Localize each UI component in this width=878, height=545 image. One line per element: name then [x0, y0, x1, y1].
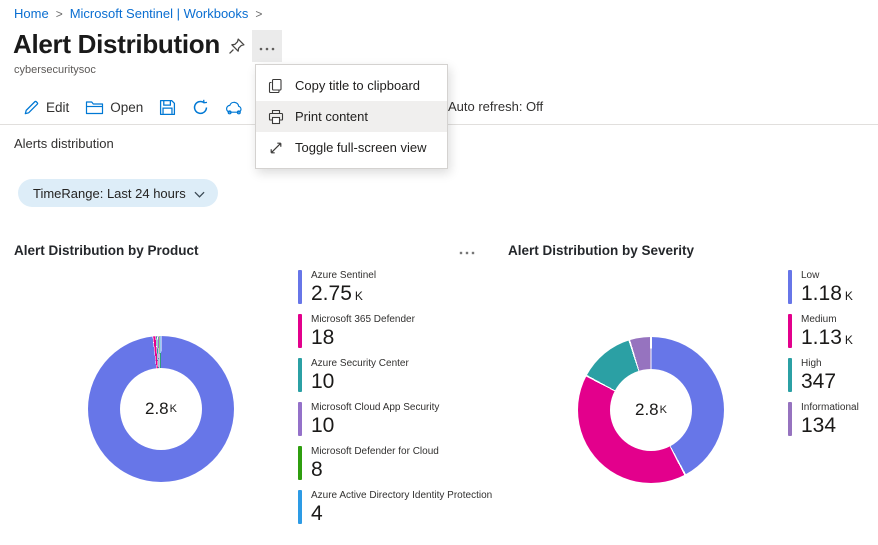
save-button[interactable]	[159, 95, 176, 119]
legend-label: Azure Active Directory Identity Protecti…	[311, 490, 493, 501]
page-title: Alert Distribution	[13, 29, 220, 59]
breadcrumb-link-sentinel-workbooks[interactable]: Microsoft Sentinel | Workbooks	[70, 6, 249, 21]
save-icon	[159, 99, 176, 116]
legend-label: High	[801, 358, 822, 369]
section-label: Alerts distribution	[14, 136, 114, 151]
legend-label: Informational	[801, 402, 859, 413]
legend-color-bar	[788, 358, 792, 392]
page-subtitle: cybersecuritysoc	[14, 64, 96, 76]
legend-value: 8	[311, 458, 323, 481]
print-icon	[268, 109, 284, 125]
legend-color-bar	[788, 402, 792, 436]
breadcrumb: Home > Microsoft Sentinel | Workbooks >	[14, 6, 262, 21]
edit-label: Edit	[46, 99, 70, 115]
open-button[interactable]: Open	[85, 95, 143, 119]
pin-button[interactable]	[224, 36, 248, 60]
chart-title-product: Alert Distribution by Product	[14, 243, 199, 258]
legend-color-bar	[788, 270, 792, 304]
header-more-button[interactable]	[252, 30, 282, 62]
pencil-icon	[23, 99, 40, 116]
menu-item-label: Toggle full-screen view	[295, 140, 427, 155]
legend-item[interactable]: Azure Active Directory Identity Protecti…	[298, 490, 492, 524]
menu-item-label: Copy title to clipboard	[295, 78, 421, 93]
legend-item[interactable]: Microsoft 365 Defender 18	[298, 314, 492, 348]
refresh-button[interactable]	[192, 95, 209, 119]
legend-label: Low	[801, 270, 820, 281]
chevron-down-icon	[194, 186, 205, 201]
menu-item-toggle-fullscreen[interactable]: Toggle full-screen view	[256, 132, 447, 163]
legend-item[interactable]: High 347	[788, 358, 859, 392]
legend-value: 18	[311, 326, 335, 349]
open-label: Open	[110, 99, 144, 115]
legend-value: 2.75	[311, 282, 352, 305]
legend-color-bar	[298, 270, 302, 304]
legend-color-bar	[298, 314, 302, 348]
breadcrumb-link-home[interactable]: Home	[14, 6, 49, 21]
context-menu: Copy title to clipboard Print content To…	[255, 64, 448, 169]
time-range-label: TimeRange: Last 24 hours	[33, 185, 186, 201]
legend-item[interactable]: Azure Sentinel 2.75 K	[298, 270, 492, 304]
refresh-icon	[192, 99, 209, 116]
legend-item[interactable]: Medium 1.13 K	[788, 314, 859, 348]
more-icon	[459, 243, 475, 258]
legend-label: Azure Security Center	[311, 358, 409, 369]
chart-more-button[interactable]	[455, 243, 479, 257]
edit-button[interactable]: Edit	[23, 95, 69, 119]
legend-label: Microsoft Defender for Cloud	[311, 446, 439, 457]
legend-item[interactable]: Azure Security Center 10	[298, 358, 492, 392]
chart-title-severity: Alert Distribution by Severity	[508, 243, 695, 258]
legend-color-bar	[298, 358, 302, 392]
legend-color-bar	[788, 314, 792, 348]
donut-chart-severity[interactable]: 2.8 K	[578, 337, 724, 483]
copy-icon	[268, 78, 284, 94]
legend-value-suffix: K	[844, 333, 853, 347]
time-range-pill[interactable]: TimeRange: Last 24 hours	[18, 179, 218, 207]
legend-item[interactable]: Low 1.18 K	[788, 270, 859, 304]
legend-color-bar	[298, 402, 302, 436]
legend-value-suffix: K	[844, 289, 853, 303]
legend-value: 1.13	[801, 326, 842, 349]
legend-label: Microsoft Cloud App Security	[311, 402, 440, 413]
legend-color-bar	[298, 446, 302, 480]
donut-chart-product[interactable]: 2.8 K	[88, 336, 234, 482]
legend-value: 347	[801, 370, 837, 393]
legend-value: 10	[311, 370, 335, 393]
workbook-page: Home > Microsoft Sentinel | Workbooks > …	[0, 0, 878, 545]
toolbar: Edit Open	[23, 95, 244, 119]
pin-icon	[227, 37, 246, 59]
legend-label: Microsoft 365 Defender	[311, 314, 415, 325]
menu-item-label: Print content	[295, 109, 368, 124]
legend-value: 10	[311, 414, 335, 437]
legend-item[interactable]: Microsoft Defender for Cloud 8	[298, 446, 492, 480]
auto-refresh-status: Auto refresh: Off	[448, 99, 544, 114]
donut-center-label: 2.8 K	[145, 399, 177, 418]
legend-value: 134	[801, 414, 837, 437]
share-cloud-button[interactable]	[225, 95, 244, 119]
legend-label: Azure Sentinel	[311, 270, 377, 281]
legend: Azure Sentinel 2.75 K Microsoft 365 Defe…	[298, 270, 492, 534]
breadcrumb-separator: >	[255, 6, 263, 21]
legend-color-bar	[298, 490, 302, 524]
legend-value: 1.18	[801, 282, 842, 305]
donut-center-label: 2.8 K	[635, 400, 667, 419]
menu-item-print-content[interactable]: Print content	[256, 101, 447, 132]
legend-value-suffix: K	[354, 289, 363, 303]
menu-item-copy-title[interactable]: Copy title to clipboard	[256, 70, 447, 101]
legend: Low 1.18 K Medium 1.13 K High 347 Inform…	[788, 270, 859, 446]
legend-label: Medium	[801, 314, 837, 325]
folder-icon	[85, 100, 104, 115]
cloud-icon	[225, 100, 244, 115]
more-icon	[259, 39, 275, 54]
breadcrumb-separator: >	[55, 6, 63, 21]
legend-value: 4	[311, 502, 323, 525]
fullscreen-icon	[268, 140, 284, 156]
legend-item[interactable]: Informational 134	[788, 402, 859, 436]
legend-item[interactable]: Microsoft Cloud App Security 10	[298, 402, 492, 436]
